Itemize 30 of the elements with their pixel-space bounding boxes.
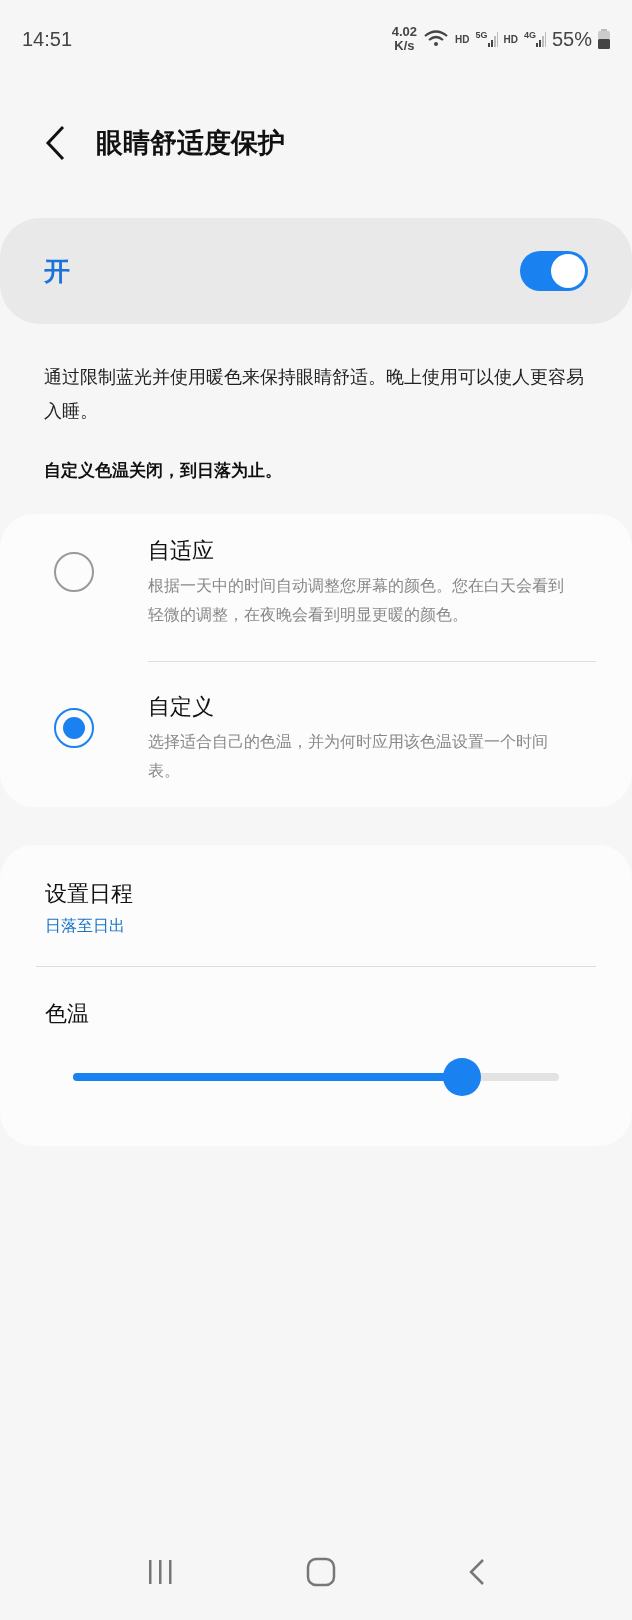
signal-icon	[487, 31, 498, 47]
option-description: 选择适合自己的色温，并为何时应用该色温设置一个时间表。	[148, 731, 549, 781]
schedule-title: 设置日程	[45, 879, 134, 908]
color-temperature-title: 色温	[44, 999, 90, 1028]
network-label: HD	[455, 32, 470, 47]
network-label: 4G	[523, 31, 536, 40]
radio-button[interactable]	[54, 707, 94, 748]
network-speed: 4.02 K/s	[391, 25, 418, 53]
toggle-switch[interactable]	[520, 251, 588, 291]
back-icon[interactable]	[44, 125, 66, 161]
signal-icon	[535, 31, 546, 47]
switch-label: 开	[44, 254, 70, 288]
battery-icon	[598, 29, 610, 49]
option-title: 自定义	[148, 692, 215, 721]
status-note: 自定义色温关闭，到日落为止。	[43, 460, 283, 482]
battery-percent: 55%	[551, 27, 592, 52]
status-time: 14:51	[22, 27, 73, 52]
home-icon[interactable]	[306, 1557, 336, 1587]
radio-button[interactable]	[54, 551, 94, 592]
description-text: 通过限制蓝光并使用暖色来保持眼睛舒适。晚上使用可以使人更容易入睡。	[44, 366, 584, 423]
switch-bar[interactable]: 开	[0, 218, 632, 324]
option-description: 根据一天中的时间自动调整您屏幕的颜色。您在白天会看到轻微的调整，在夜晚会看到明显更暖的颜色。	[148, 575, 565, 625]
network-label: 5G	[475, 31, 488, 40]
option-title: 自适应	[148, 536, 215, 565]
network-label: HD	[503, 32, 518, 47]
wifi-icon	[423, 29, 450, 49]
page-title: 眼睛舒适度保护	[96, 126, 285, 160]
slider-thumb[interactable]	[442, 1057, 481, 1096]
schedule-value: 日落至日出	[45, 915, 126, 936]
schedule-item[interactable]: 设置日程 日落至日出	[36, 876, 596, 967]
